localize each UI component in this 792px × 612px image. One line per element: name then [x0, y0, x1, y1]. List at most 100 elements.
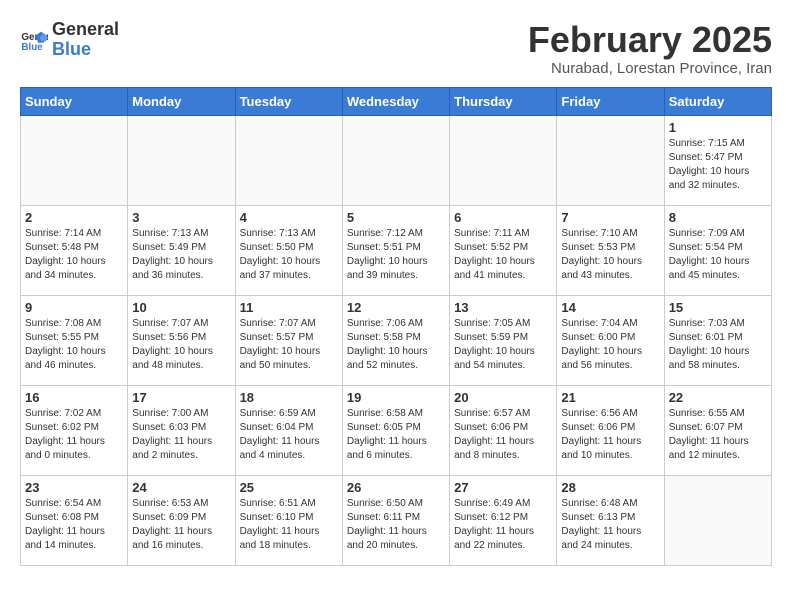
day-info: Sunrise: 7:07 AM Sunset: 5:57 PM Dayligh…: [240, 317, 338, 373]
day-number: 28: [561, 480, 659, 495]
calendar-cell: 26 Sunrise: 6:50 AM Sunset: 6:11 PM Dayli…: [342, 475, 449, 565]
day-info: Sunrise: 7:02 AM Sunset: 6:02 PM Dayligh…: [25, 407, 123, 463]
col-header-friday: Friday: [557, 87, 664, 115]
calendar-week-row: 1 Sunrise: 7:15 AM Sunset: 5:47 PM Daylig…: [21, 115, 772, 205]
day-number: 6: [454, 210, 552, 225]
day-info: Sunrise: 7:06 AM Sunset: 5:58 PM Dayligh…: [347, 317, 445, 373]
calendar-cell: 5Sunrise: 7:12 AM Sunset: 5:51 PM Daylig…: [342, 205, 449, 295]
day-number: 7: [561, 210, 659, 225]
day-info: Sunrise: 7:15 AM Sunset: 5:47 PM Dayligh…: [669, 137, 767, 193]
day-info: Sunrise: 6:54 AM Sunset: 6:08 PM Dayligh…: [25, 497, 123, 553]
calendar-cell: 7Sunrise: 7:10 AM Sunset: 5:53 PM Daylig…: [557, 205, 664, 295]
calendar-cell: 16 Sunrise: 7:02 AM Sunset: 6:02 PM Dayli…: [21, 385, 128, 475]
day-number: 2: [25, 210, 123, 225]
calendar-cell: 13 Sunrise: 7:05 AM Sunset: 5:59 PM Dayli…: [450, 295, 557, 385]
day-number: 9: [25, 300, 123, 315]
day-info: Sunrise: 6:48 AM Sunset: 6:13 PM Dayligh…: [561, 497, 659, 553]
svg-text:Blue: Blue: [21, 42, 43, 53]
calendar-cell: 18 Sunrise: 6:59 AM Sunset: 6:04 PM Dayli…: [235, 385, 342, 475]
day-number: 26: [347, 480, 445, 495]
day-number: 16: [25, 390, 123, 405]
day-number: 13: [454, 300, 552, 315]
calendar-week-row: 16 Sunrise: 7:02 AM Sunset: 6:02 PM Dayli…: [21, 385, 772, 475]
day-number: 4: [240, 210, 338, 225]
day-number: 14: [561, 300, 659, 315]
calendar-cell: 8 Sunrise: 7:09 AM Sunset: 5:54 PM Daylig…: [664, 205, 771, 295]
calendar-cell: 10 Sunrise: 7:07 AM Sunset: 5:56 PM Dayli…: [128, 295, 235, 385]
calendar-cell: 15 Sunrise: 7:03 AM Sunset: 6:01 PM Dayli…: [664, 295, 771, 385]
calendar-cell: 19Sunrise: 6:58 AM Sunset: 6:05 PM Dayli…: [342, 385, 449, 475]
calendar-cell: 24 Sunrise: 6:53 AM Sunset: 6:09 PM Dayli…: [128, 475, 235, 565]
calendar-cell: 17 Sunrise: 7:00 AM Sunset: 6:03 PM Dayli…: [128, 385, 235, 475]
calendar-cell: 23 Sunrise: 6:54 AM Sunset: 6:08 PM Dayli…: [21, 475, 128, 565]
day-info: Sunrise: 6:56 AM Sunset: 6:06 PM Dayligh…: [561, 407, 659, 463]
day-info: Sunrise: 7:09 AM Sunset: 5:54 PM Dayligh…: [669, 227, 767, 283]
logo: General Blue General Blue: [20, 20, 119, 60]
day-number: 24: [132, 480, 230, 495]
calendar-cell: 4 Sunrise: 7:13 AM Sunset: 5:50 PM Daylig…: [235, 205, 342, 295]
calendar-cell: [235, 115, 342, 205]
col-header-thursday: Thursday: [450, 87, 557, 115]
logo-icon: General Blue: [20, 26, 48, 54]
day-number: 27: [454, 480, 552, 495]
day-number: 22: [669, 390, 767, 405]
calendar-week-row: 9 Sunrise: 7:08 AM Sunset: 5:55 PM Daylig…: [21, 295, 772, 385]
calendar-cell: 27Sunrise: 6:49 AM Sunset: 6:12 PM Dayli…: [450, 475, 557, 565]
day-info: Sunrise: 7:13 AM Sunset: 5:50 PM Dayligh…: [240, 227, 338, 283]
day-info: Sunrise: 7:14 AM Sunset: 5:48 PM Dayligh…: [25, 227, 123, 283]
col-header-monday: Monday: [128, 87, 235, 115]
day-info: Sunrise: 6:59 AM Sunset: 6:04 PM Dayligh…: [240, 407, 338, 463]
day-info: Sunrise: 7:08 AM Sunset: 5:55 PM Dayligh…: [25, 317, 123, 373]
col-header-sunday: Sunday: [21, 87, 128, 115]
calendar-cell: 28 Sunrise: 6:48 AM Sunset: 6:13 PM Dayli…: [557, 475, 664, 565]
day-number: 1: [669, 120, 767, 135]
day-number: 17: [132, 390, 230, 405]
day-info: Sunrise: 7:00 AM Sunset: 6:03 PM Dayligh…: [132, 407, 230, 463]
day-info: Sunrise: 6:50 AM Sunset: 6:11 PM Dayligh…: [347, 497, 445, 553]
day-info: Sunrise: 7:03 AM Sunset: 6:01 PM Dayligh…: [669, 317, 767, 373]
day-info: Sunrise: 7:07 AM Sunset: 5:56 PM Dayligh…: [132, 317, 230, 373]
day-info: Sunrise: 7:11 AM Sunset: 5:52 PM Dayligh…: [454, 227, 552, 283]
col-header-saturday: Saturday: [664, 87, 771, 115]
day-number: 11: [240, 300, 338, 315]
month-title: February 2025: [528, 20, 772, 60]
calendar-cell: 1 Sunrise: 7:15 AM Sunset: 5:47 PM Daylig…: [664, 115, 771, 205]
calendar-cell: 22 Sunrise: 6:55 AM Sunset: 6:07 PM Dayli…: [664, 385, 771, 475]
day-number: 18: [240, 390, 338, 405]
day-info: Sunrise: 6:53 AM Sunset: 6:09 PM Dayligh…: [132, 497, 230, 553]
calendar-cell: 6 Sunrise: 7:11 AM Sunset: 5:52 PM Daylig…: [450, 205, 557, 295]
calendar-cell: 2 Sunrise: 7:14 AM Sunset: 5:48 PM Daylig…: [21, 205, 128, 295]
logo-text: General Blue: [52, 20, 119, 60]
day-number: 3: [132, 210, 230, 225]
day-number: 23: [25, 480, 123, 495]
calendar-cell: [128, 115, 235, 205]
page-header: General Blue General Blue February 2025 …: [20, 20, 772, 77]
calendar-cell: 9 Sunrise: 7:08 AM Sunset: 5:55 PM Daylig…: [21, 295, 128, 385]
title-block: February 2025 Nurabad, Lorestan Province…: [528, 20, 772, 77]
calendar-table: SundayMondayTuesdayWednesdayThursdayFrid…: [20, 87, 772, 566]
day-info: Sunrise: 6:55 AM Sunset: 6:07 PM Dayligh…: [669, 407, 767, 463]
day-number: 15: [669, 300, 767, 315]
day-number: 20: [454, 390, 552, 405]
day-number: 25: [240, 480, 338, 495]
calendar-cell: 12 Sunrise: 7:06 AM Sunset: 5:58 PM Dayli…: [342, 295, 449, 385]
day-info: Sunrise: 7:12 AM Sunset: 5:51 PM Dayligh…: [347, 227, 445, 283]
day-number: 10: [132, 300, 230, 315]
calendar-cell: 25 Sunrise: 6:51 AM Sunset: 6:10 PM Dayli…: [235, 475, 342, 565]
calendar-header-row: SundayMondayTuesdayWednesdayThursdayFrid…: [21, 87, 772, 115]
calendar-cell: 20Sunrise: 6:57 AM Sunset: 6:06 PM Dayli…: [450, 385, 557, 475]
day-number: 12: [347, 300, 445, 315]
calendar-week-row: 23 Sunrise: 6:54 AM Sunset: 6:08 PM Dayli…: [21, 475, 772, 565]
day-number: 21: [561, 390, 659, 405]
col-header-wednesday: Wednesday: [342, 87, 449, 115]
calendar-week-row: 2 Sunrise: 7:14 AM Sunset: 5:48 PM Daylig…: [21, 205, 772, 295]
day-info: Sunrise: 6:51 AM Sunset: 6:10 PM Dayligh…: [240, 497, 338, 553]
day-info: Sunrise: 7:05 AM Sunset: 5:59 PM Dayligh…: [454, 317, 552, 373]
day-number: 8: [669, 210, 767, 225]
calendar-cell: [21, 115, 128, 205]
calendar-cell: [450, 115, 557, 205]
calendar-cell: [342, 115, 449, 205]
location: Nurabad, Lorestan Province, Iran: [528, 60, 772, 77]
calendar-cell: 14Sunrise: 7:04 AM Sunset: 6:00 PM Dayli…: [557, 295, 664, 385]
calendar-cell: [664, 475, 771, 565]
